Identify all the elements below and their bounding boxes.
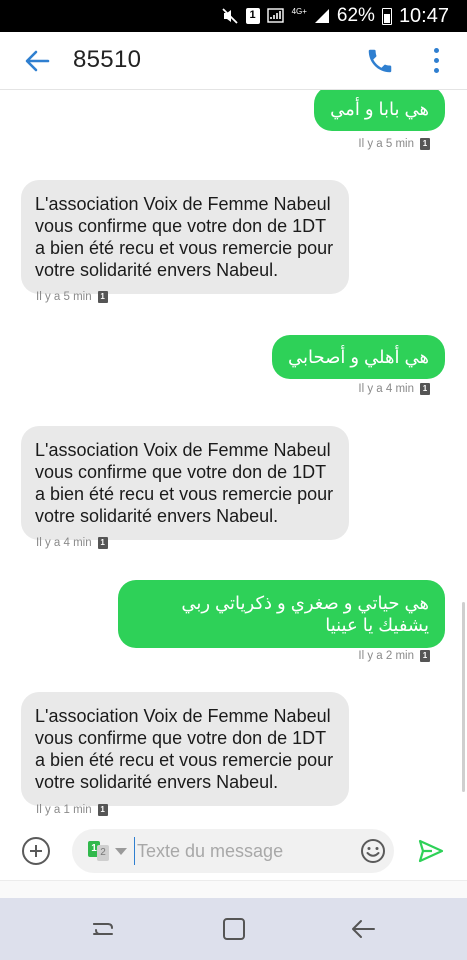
message-input-container[interactable]: 1 2 — [72, 829, 394, 873]
back-icon[interactable] — [348, 914, 378, 944]
app-bar: 85510 — [0, 32, 467, 90]
message-meta: Il y a 1 min 1 — [36, 804, 108, 816]
incoming-message[interactable]: L'association Voix de Femme Nabeul vous … — [21, 426, 349, 540]
outgoing-message[interactable]: هي أهلي و أصحابي — [271, 335, 445, 379]
chevron-down-icon — [115, 848, 127, 855]
recents-icon[interactable] — [90, 914, 120, 944]
network-type: 4G+ — [291, 6, 307, 16]
keyboard-edge — [0, 880, 467, 898]
composer: 1 2 — [0, 825, 467, 880]
message-text: هي بابا و أمي — [330, 99, 429, 119]
message-meta: Il y a 5 min 1 — [358, 138, 430, 150]
scrollbar[interactable] — [462, 602, 465, 792]
send-icon[interactable] — [417, 837, 445, 865]
arrow-left-icon[interactable] — [20, 44, 54, 78]
message-time: Il y a 4 min — [36, 537, 92, 549]
mute-icon — [221, 7, 239, 25]
message-time: Il y a 5 min — [358, 138, 414, 150]
message-text: هي أهلي و أصحابي — [287, 347, 429, 367]
home-icon[interactable] — [219, 914, 249, 944]
message-meta: Il y a 4 min 1 — [36, 537, 108, 549]
sim-icon: 1 — [97, 537, 108, 549]
message-text: L'association Voix de Femme Nabeul vous … — [35, 706, 334, 792]
sim-icon: 1 — [97, 291, 108, 303]
outgoing-message[interactable]: هي حياتي و صغري و ذكرياتي ربي يشفيك يا ع… — [118, 580, 445, 648]
message-time: Il y a 2 min — [358, 650, 414, 662]
message-time: Il y a 5 min — [36, 291, 92, 303]
message-text: هي حياتي و صغري و ذكرياتي ربي يشفيك يا ع… — [181, 593, 429, 635]
signal-icon — [314, 8, 330, 24]
smiley-icon[interactable] — [360, 838, 386, 864]
phone-icon[interactable] — [365, 46, 395, 76]
battery-icon — [381, 7, 392, 25]
outgoing-message[interactable]: هي بابا و أمي — [314, 90, 445, 131]
conversation-title: 85510 — [73, 46, 142, 73]
message-meta: Il y a 4 min 1 — [358, 383, 430, 395]
message-meta: Il y a 5 min 1 — [36, 291, 108, 303]
sim-icon: 1 — [420, 383, 430, 395]
sim-indicator: 1 — [245, 8, 260, 24]
sim-icon: 1 — [97, 804, 108, 816]
more-vert-icon[interactable] — [429, 46, 443, 76]
status-icons: 1 4G+ 62% 10:47 — [221, 0, 449, 32]
sim-2-badge: 2 — [97, 845, 109, 861]
incoming-message[interactable]: L'association Voix de Femme Nabeul vous … — [21, 692, 349, 806]
sim-icon: 1 — [420, 650, 430, 662]
navigation-bar — [0, 898, 467, 960]
message-meta: Il y a 2 min 1 — [358, 650, 430, 662]
message-time: Il y a 1 min — [36, 804, 92, 816]
message-text: L'association Voix de Femme Nabeul vous … — [35, 440, 334, 526]
message-text: L'association Voix de Femme Nabeul vous … — [35, 194, 334, 280]
status-bar: 1 4G+ 62% 10:47 — [0, 0, 467, 32]
wifi-calling-icon — [266, 8, 285, 24]
sim-selector[interactable]: 1 2 — [88, 841, 134, 861]
battery-percent: 62% — [336, 5, 375, 26]
clock: 10:47 — [398, 4, 449, 27]
incoming-message[interactable]: L'association Voix de Femme Nabeul vous … — [21, 180, 349, 294]
message-input[interactable] — [134, 837, 344, 865]
sim-icon: 1 — [420, 138, 430, 150]
message-list[interactable]: هي بابا و أمي Il y a 5 min 1 L'associati… — [0, 90, 467, 825]
message-time: Il y a 4 min — [358, 383, 414, 395]
plus-circle-icon[interactable] — [22, 837, 50, 865]
